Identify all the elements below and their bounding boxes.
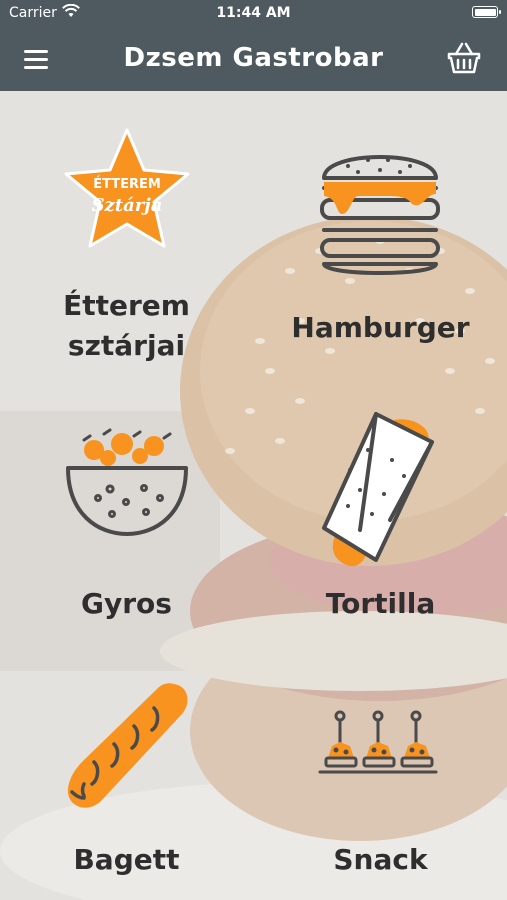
star-badge-icon: ÉTTEREM Sztárja	[64, 128, 190, 248]
category-label: Tortilla	[325, 587, 436, 620]
cart-button[interactable]	[447, 41, 481, 75]
tortilla-wrap-icon	[322, 412, 434, 567]
hamburger-icon	[320, 155, 440, 275]
category-etterem-sztarjai[interactable]: ÉTTEREM Sztárja Étterem sztárjai	[0, 118, 253, 378]
status-bar: Carrier 11:44 AM	[0, 0, 507, 28]
app-title: Dzsem Gastrobar	[123, 43, 384, 73]
battery-icon	[472, 6, 501, 18]
category-label-line2: sztárjai	[67, 329, 186, 362]
category-snack[interactable]: Snack	[254, 672, 507, 900]
top-bar: Carrier 11:44 AM Dzsem Gastrobar	[0, 0, 507, 91]
gyros-bowl-icon	[66, 428, 188, 536]
badge-text-line1: ÉTTEREM	[93, 176, 161, 192]
basket-icon	[447, 42, 481, 74]
baguette-icon	[67, 683, 188, 808]
badge-text-line2: Sztárja	[92, 195, 163, 216]
status-time: 11:44 AM	[216, 5, 291, 21]
category-label: Snack	[333, 843, 428, 876]
category-label: Gyros	[81, 587, 172, 620]
category-label: Bagett	[73, 843, 180, 876]
category-gyros[interactable]: Gyros	[0, 400, 253, 640]
category-label: Étterem	[63, 289, 190, 322]
category-tortilla[interactable]: Tortilla	[254, 400, 507, 640]
nav-bar: Dzsem Gastrobar	[0, 28, 507, 91]
category-hamburger[interactable]: Hamburger	[254, 118, 507, 378]
category-label: Hamburger	[291, 311, 470, 344]
snack-skewers-icon	[318, 710, 438, 774]
category-bagett[interactable]: Bagett	[0, 672, 253, 900]
